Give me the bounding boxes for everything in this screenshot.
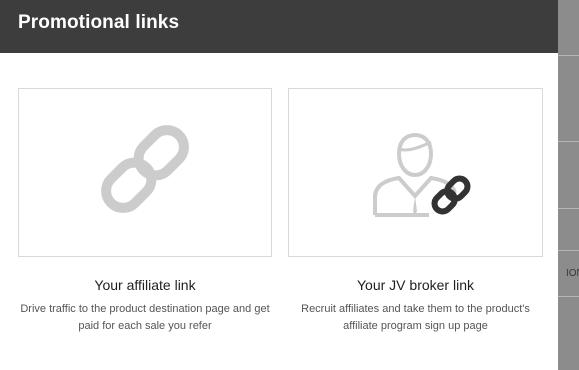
jv-broker-link-card[interactable]: Your JV broker link Recruit affiliates a…: [288, 88, 543, 344]
affiliate-link-title: Your affiliate link: [94, 277, 196, 293]
affiliate-link-card-box[interactable]: [18, 88, 272, 257]
background-divider: [558, 250, 579, 251]
jv-broker-link-description: Recruit affiliates and take them to the …: [301, 303, 530, 332]
jv-broker-link-title: Your JV broker link: [357, 277, 474, 293]
background-divider: [558, 141, 579, 142]
affiliate-link-card[interactable]: Your affiliate link Drive traffic to the…: [18, 88, 272, 344]
background-partial-text: ION: [566, 268, 579, 279]
person-with-link-icon: [373, 132, 471, 217]
background-divider: [558, 208, 579, 209]
affiliate-link-description: Drive traffic to the product destination…: [20, 303, 270, 332]
background-divider: [558, 296, 579, 297]
background-divider: [558, 55, 579, 56]
modal-title: Promotional links: [18, 12, 180, 33]
chain-link-icon: [101, 125, 189, 213]
promotional-links-modal: Promotional links Your affiliate link Dr…: [0, 0, 558, 370]
modal-header: Promotional links: [0, 0, 558, 53]
jv-broker-link-card-box[interactable]: [288, 88, 543, 257]
